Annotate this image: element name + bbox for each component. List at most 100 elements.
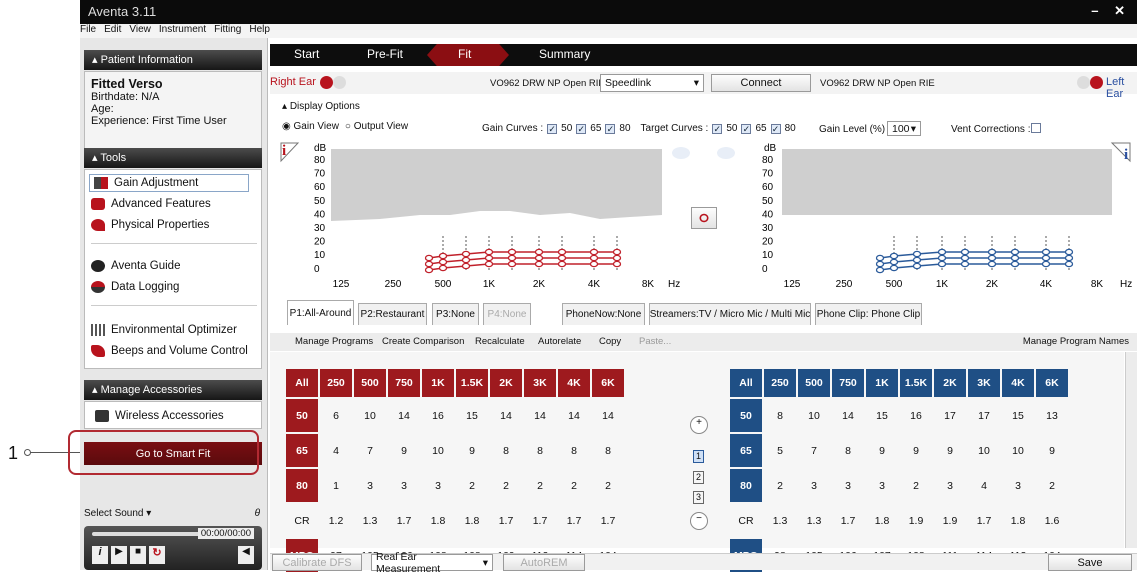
tools-header[interactable]: ▴ Tools: [84, 148, 262, 168]
target-80-checkbox[interactable]: ✓: [770, 123, 781, 134]
column-header[interactable]: 1K: [422, 369, 454, 397]
row-header[interactable]: 50: [730, 399, 762, 432]
tool-beeps-volume[interactable]: Beeps and Volume Control: [91, 342, 248, 360]
gain-cell[interactable]: 3: [1002, 469, 1034, 502]
gain-cell[interactable]: 16: [900, 399, 932, 432]
gain-65-checkbox[interactable]: ✓: [576, 123, 587, 134]
gain-cell[interactable]: 8: [592, 434, 624, 467]
autorem-button[interactable]: AutoREM: [503, 554, 585, 571]
gain-cell[interactable]: 14: [592, 399, 624, 432]
tool-gain-adjustment[interactable]: Gain Adjustment: [89, 174, 249, 192]
gain-cell[interactable]: 1: [320, 469, 352, 502]
gain-level-select[interactable]: 100 ▾: [887, 121, 921, 136]
gain-cell[interactable]: 1.9: [934, 504, 966, 537]
autorelate-link[interactable]: Autorelate: [538, 336, 581, 347]
link-ears-button[interactable]: ⵔ: [691, 207, 717, 229]
create-comparison-link[interactable]: Create Comparison: [382, 336, 464, 347]
sound-progress[interactable]: [92, 532, 202, 536]
column-header[interactable]: 1.5K: [900, 369, 932, 397]
column-header[interactable]: 500: [354, 369, 386, 397]
gain-cell[interactable]: 10: [354, 399, 386, 432]
program-up-icon[interactable]: +: [690, 416, 708, 434]
gain-cell[interactable]: 2: [764, 469, 796, 502]
gain-cell[interactable]: 2: [900, 469, 932, 502]
gain-cell[interactable]: 10: [798, 399, 830, 432]
tab-pre-fit[interactable]: Pre-Fit: [367, 47, 403, 61]
right-ear-toggle-icon[interactable]: [333, 76, 346, 89]
column-header[interactable]: 2K: [490, 369, 522, 397]
gain-cell[interactable]: 9: [1036, 434, 1068, 467]
phone-clip-tab[interactable]: Phone Clip: Phone Clip: [815, 303, 922, 325]
gain-cell[interactable]: 8: [764, 399, 796, 432]
tool-aventa-guide[interactable]: Aventa Guide: [91, 257, 180, 275]
left-ear-label[interactable]: Left Ear: [1106, 76, 1137, 100]
column-header[interactable]: All: [286, 369, 318, 397]
tab-start[interactable]: Start: [294, 47, 319, 61]
connect-button[interactable]: Connect: [711, 74, 811, 92]
gain-cell[interactable]: 14: [524, 399, 556, 432]
table-scrollbar[interactable]: [1125, 352, 1137, 548]
gain-cell[interactable]: 1.9: [900, 504, 932, 537]
gain-cell[interactable]: 8: [832, 434, 864, 467]
phonenow-tab[interactable]: PhoneNow:None: [562, 303, 645, 325]
paste-link[interactable]: Paste...: [639, 336, 671, 347]
gain-cell[interactable]: 1.3: [798, 504, 830, 537]
row-header[interactable]: 50: [286, 399, 318, 432]
column-header[interactable]: 3K: [968, 369, 1000, 397]
gain-cell[interactable]: 8: [524, 434, 556, 467]
column-header[interactable]: 6K: [1036, 369, 1068, 397]
gain-cell[interactable]: 9: [866, 434, 898, 467]
gain-cell[interactable]: 15: [1002, 399, 1034, 432]
gain-cell[interactable]: 1.7: [388, 504, 420, 537]
program-tab-1[interactable]: P1:All-Around: [287, 300, 354, 325]
window-controls[interactable]: – ✕: [1091, 3, 1131, 19]
gain-cell[interactable]: 17: [968, 399, 1000, 432]
gain-cell[interactable]: 14: [832, 399, 864, 432]
target-50-checkbox[interactable]: ✓: [712, 123, 723, 134]
tab-fit[interactable]: Fit: [458, 47, 471, 61]
gain-cell[interactable]: 3: [798, 469, 830, 502]
speaker-icon[interactable]: ◀: [238, 546, 254, 564]
sync-left-icon[interactable]: [672, 147, 690, 159]
gain-cell[interactable]: 9: [456, 434, 488, 467]
column-header[interactable]: 500: [798, 369, 830, 397]
calibrate-dfs-button[interactable]: Calibrate DFS: [272, 554, 362, 571]
column-header[interactable]: 750: [388, 369, 420, 397]
play-icon[interactable]: ▶: [111, 546, 127, 564]
gain-cell[interactable]: 9: [900, 434, 932, 467]
gain-cell[interactable]: 16: [422, 399, 454, 432]
patient-info-header[interactable]: ▴ Patient Information: [84, 50, 262, 70]
gain-view-radio[interactable]: ◉ Gain View: [282, 121, 339, 132]
gain-cell[interactable]: 4: [968, 469, 1000, 502]
gain-cell[interactable]: 1.7: [490, 504, 522, 537]
tab-summary[interactable]: Summary: [539, 47, 590, 61]
gain-cell[interactable]: 2: [592, 469, 624, 502]
display-options-toggle[interactable]: ▴ Display Options: [282, 101, 360, 112]
column-header[interactable]: 1.5K: [456, 369, 488, 397]
program-tab-2[interactable]: P2:Restaurant: [358, 303, 427, 325]
gain-cell[interactable]: 6: [320, 399, 352, 432]
gain-cell[interactable]: 1.7: [524, 504, 556, 537]
column-header[interactable]: 6K: [592, 369, 624, 397]
gain-cell[interactable]: 10: [422, 434, 454, 467]
row-header[interactable]: CR: [286, 504, 318, 537]
gain-cell[interactable]: 10: [968, 434, 1000, 467]
column-header[interactable]: 3K: [524, 369, 556, 397]
stop-icon[interactable]: ■: [130, 546, 146, 564]
gain-cell[interactable]: 1.7: [592, 504, 624, 537]
gain-cell[interactable]: 14: [558, 399, 590, 432]
column-header[interactable]: 4K: [1002, 369, 1034, 397]
gain-cell[interactable]: 17: [934, 399, 966, 432]
gain-cell[interactable]: 3: [832, 469, 864, 502]
recalculate-link[interactable]: Recalculate: [475, 336, 525, 347]
gain-cell[interactable]: 1.8: [866, 504, 898, 537]
program-number-3[interactable]: 3: [693, 491, 704, 504]
gain-cell[interactable]: 1.6: [1036, 504, 1068, 537]
gain-cell[interactable]: 15: [456, 399, 488, 432]
select-sound[interactable]: Select Sound ▾ θ: [84, 508, 262, 522]
target-65-checkbox[interactable]: ✓: [741, 123, 752, 134]
vent-corrections-checkbox[interactable]: [1031, 123, 1041, 133]
menu-fitting[interactable]: Fitting: [214, 24, 241, 35]
tool-physical-properties[interactable]: Physical Properties: [91, 216, 209, 234]
gain-cell[interactable]: 1.3: [354, 504, 386, 537]
